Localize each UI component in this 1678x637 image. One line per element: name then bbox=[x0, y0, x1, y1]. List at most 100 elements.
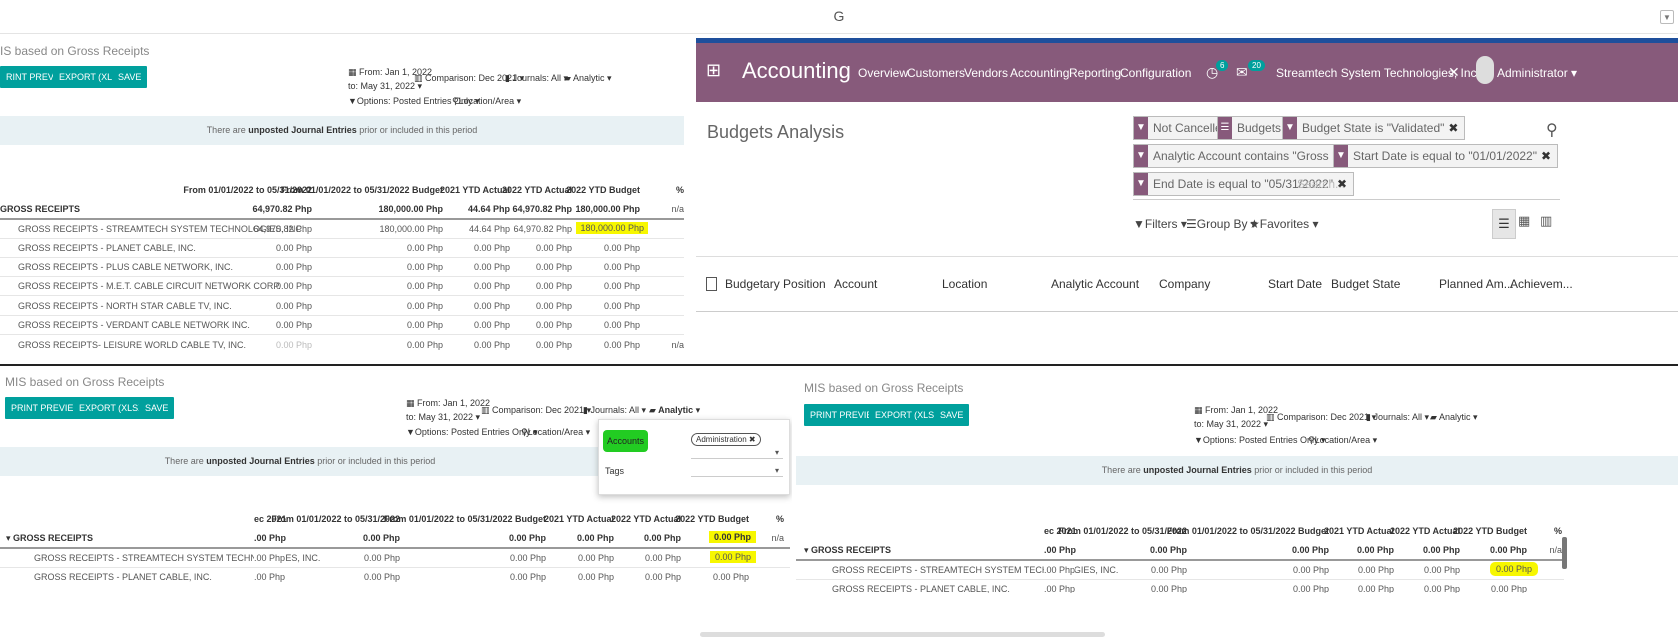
remove-facet-icon[interactable]: ✖ bbox=[1448, 121, 1458, 135]
group-label[interactable]: ▾ GROSS RECEIPTS bbox=[804, 545, 891, 556]
menu-overview[interactable]: Overview bbox=[858, 66, 908, 80]
journals-filter[interactable]: ▮ Journals: All ▾ bbox=[1366, 412, 1429, 423]
row-value: 0.00 Php bbox=[644, 553, 681, 563]
menu-vendors[interactable]: Vendors bbox=[964, 66, 1008, 80]
analytic-filter[interactable]: ▰ Analytic ▾ bbox=[564, 73, 611, 84]
account-row-label[interactable]: GROSS RECEIPTS - STREAMTECH SYSTEM TECHN… bbox=[832, 565, 1118, 575]
account-row-label[interactable]: GROSS RECEIPTS- LEISURE WORLD CABLE TV, … bbox=[18, 340, 246, 350]
date-to-filter[interactable]: to: May 31, 2022 ▾ bbox=[1194, 419, 1268, 430]
group-label[interactable]: ▾ GROSS RECEIPTS bbox=[6, 533, 93, 544]
col-budgetary-position[interactable]: Budgetary Position bbox=[725, 277, 826, 291]
analytic-account-tag: Administration ✖ bbox=[691, 433, 761, 446]
funnel-icon: ▼ bbox=[1334, 145, 1348, 167]
journals-filter[interactable]: ▮ Journals: All ▾ bbox=[583, 405, 646, 416]
comparison-filter[interactable]: ▥ Comparison: Dec 2021 ▾ bbox=[1266, 412, 1376, 423]
save-button[interactable]: SAVE bbox=[139, 397, 175, 419]
graph-view-button[interactable]: ▥ bbox=[1540, 213, 1552, 229]
mis-report-panel-4: MIS based on Gross Receipts PRINT PREVIE… bbox=[796, 367, 1678, 593]
journals-filter[interactable]: ▮ Journals: All ▾ bbox=[505, 73, 568, 84]
search-icon[interactable]: ⚲ bbox=[1546, 120, 1558, 140]
col-start-date[interactable]: Start Date bbox=[1268, 277, 1322, 291]
row-value: 0.00 Php bbox=[406, 301, 443, 311]
app-name[interactable]: Accounting bbox=[742, 58, 851, 84]
remove-facet-icon[interactable]: ✖ bbox=[1541, 149, 1551, 163]
user-menu[interactable]: Administrator ▾ bbox=[1497, 66, 1577, 80]
save-button[interactable]: SAVE bbox=[112, 66, 148, 88]
app-menu-icon[interactable]: ⊞ bbox=[706, 60, 721, 81]
row-value-highlighted: 180,000.00 Php bbox=[576, 222, 648, 234]
save-button[interactable]: SAVE bbox=[934, 404, 970, 426]
menu-configuration[interactable]: Configuration bbox=[1120, 66, 1191, 80]
analytic-filter[interactable]: ▰ Analytic ▾ bbox=[1430, 412, 1477, 423]
date-to-filter[interactable]: to: May 31, 2022 ▾ bbox=[406, 412, 480, 423]
date-from-filter[interactable]: ▦ From: Jan 1, 2022 bbox=[406, 398, 490, 409]
pivot-view-button[interactable]: ▦ bbox=[1518, 213, 1530, 229]
col-analytic-account[interactable]: Analytic Account bbox=[1051, 277, 1139, 291]
options-filter[interactable]: ▼Options: Posted Entries Only ▾ bbox=[406, 427, 538, 438]
row-value: 0.00 Php bbox=[509, 572, 546, 582]
col-location[interactable]: Location bbox=[942, 277, 987, 291]
col-header-2021-ytd: 2021 YTD Actual bbox=[439, 185, 510, 195]
select-all-checkbox[interactable] bbox=[706, 277, 717, 291]
account-row-label[interactable]: GROSS RECEIPTS - PLANET CABLE, INC. bbox=[34, 572, 212, 582]
row-value: 0.00 Php bbox=[406, 281, 443, 291]
location-filter[interactable]: ⚲Location/Area ▾ bbox=[1308, 435, 1377, 446]
account-row-label[interactable]: GROSS RECEIPTS - VERDANT CABLE NETWORK I… bbox=[18, 320, 250, 330]
account-row-label[interactable]: GROSS RECEIPTS - PLANET CABLE, INC. bbox=[18, 243, 196, 253]
tags-field-underline bbox=[691, 476, 783, 477]
location-filter[interactable]: ⚲Location/Area ▾ bbox=[452, 96, 521, 107]
map-marker-icon: ⚲ bbox=[521, 427, 528, 437]
filters-menu[interactable]: ▼Filters ▾ bbox=[1133, 217, 1187, 231]
row-value: 64,970.82 Php bbox=[513, 224, 572, 234]
tags-dropdown-icon[interactable]: ▾ bbox=[775, 466, 779, 475]
scrollbar-thumb[interactable] bbox=[1562, 537, 1567, 569]
menu-customers[interactable]: Customers bbox=[907, 66, 965, 80]
favorites-menu[interactable]: ★Favorites ▾ bbox=[1249, 217, 1318, 231]
account-row-label[interactable]: GROSS RECEIPTS - M.E.T. CABLE CIRCUIT NE… bbox=[18, 281, 281, 291]
group-percent: n/a bbox=[1549, 545, 1562, 555]
row-value: .00 Php bbox=[254, 572, 286, 582]
browser-dropdown-icon[interactable]: ▼ bbox=[1660, 10, 1674, 24]
messages-icon[interactable]: ✉ bbox=[1236, 64, 1248, 81]
account-row-label[interactable]: GROSS RECEIPTS - PLUS CABLE NETWORK, INC… bbox=[18, 262, 233, 272]
col-achievement[interactable]: Achievem... bbox=[1510, 277, 1573, 291]
col-header-period-budget: From 01/01/2022 to 05/31/2022 Budget bbox=[280, 185, 443, 195]
row-divider bbox=[796, 579, 1564, 580]
menu-accounting[interactable]: Accounting bbox=[1010, 66, 1069, 80]
report-title: MIS based on Gross Receipts bbox=[804, 381, 964, 395]
panel-divider bbox=[0, 364, 1678, 366]
calendar-icon: ▦ bbox=[348, 67, 360, 77]
col-account[interactable]: Account bbox=[834, 277, 877, 291]
group-value: 0.00 Php bbox=[1422, 545, 1460, 555]
account-row-label[interactable]: GROSS RECEIPTS - PLANET CABLE, INC. bbox=[832, 584, 1010, 593]
col-header-percent: % bbox=[1553, 526, 1562, 536]
location-filter[interactable]: ⚲Location/Area ▾ bbox=[521, 427, 590, 438]
group-value: 0.00 Php bbox=[1489, 545, 1527, 555]
row-value: 0.00 Php bbox=[603, 262, 640, 272]
account-row-label[interactable]: GROSS RECEIPTS - NORTH STAR CABLE TV, IN… bbox=[18, 301, 232, 311]
analytic-filter[interactable]: ▰ Analytic ▾ bbox=[649, 405, 700, 416]
menu-reporting[interactable]: Reporting bbox=[1069, 66, 1121, 80]
col-header-2022-ytd: 2022 YTD Actual bbox=[610, 514, 681, 524]
col-planned-amount[interactable]: Planned Am... bbox=[1439, 277, 1514, 291]
date-to-filter[interactable]: to: May 31, 2022 ▾ bbox=[348, 81, 422, 92]
search-facet: ▼ Budget State is "Validated" ✖ bbox=[1282, 116, 1466, 140]
report-title: IS based on Gross Receipts bbox=[0, 44, 150, 58]
accounts-dropdown-icon[interactable]: ▾ bbox=[775, 448, 779, 457]
unposted-entries-banner: There are unposted Journal Entries prior… bbox=[0, 116, 684, 145]
remove-tag-icon[interactable]: ✖ bbox=[749, 435, 756, 444]
avatar[interactable] bbox=[1476, 56, 1494, 84]
group-by-menu[interactable]: ☰Group By ▾ bbox=[1186, 217, 1257, 231]
options-filter[interactable]: ▼Options: Posted Entries Only ▾ bbox=[1194, 435, 1326, 446]
row-divider bbox=[0, 334, 684, 335]
list-view-button[interactable]: ☰ bbox=[1492, 209, 1516, 239]
debug-close-icon[interactable]: ✕ bbox=[1448, 64, 1460, 81]
col-budget-state[interactable]: Budget State bbox=[1331, 277, 1400, 291]
horizontal-scrollbar[interactable] bbox=[700, 632, 1105, 637]
comparison-filter[interactable]: ▥ Comparison: Dec 2021 ▾ bbox=[481, 405, 591, 416]
search-input[interactable]: Search... bbox=[1297, 177, 1345, 191]
col-company[interactable]: Company bbox=[1159, 277, 1210, 291]
row-value: 0.00 Php bbox=[473, 281, 510, 291]
analytic-filter-popup: Accounts Administration ✖ ▾ Tags ▾ bbox=[598, 419, 790, 495]
group-label[interactable]: GROSS RECEIPTS bbox=[0, 204, 80, 214]
